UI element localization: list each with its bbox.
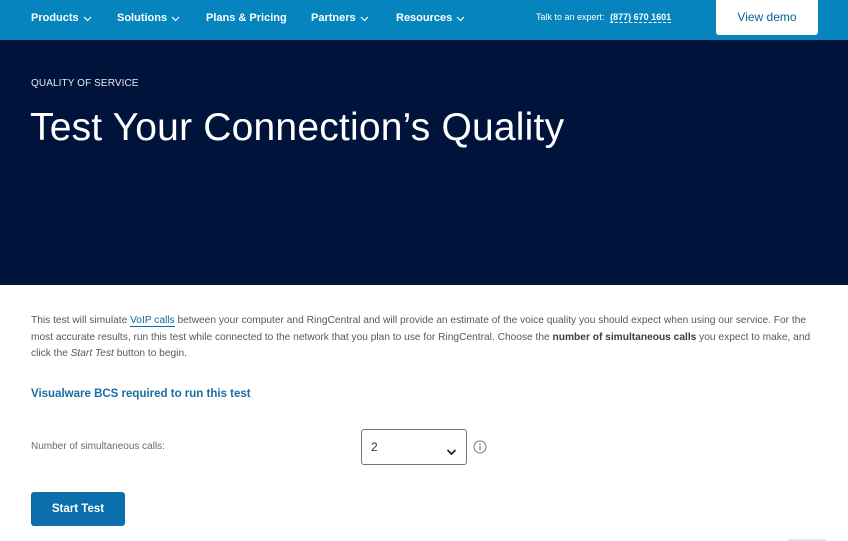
intro-section: This test will simulate VoIP calls betwe… <box>31 313 821 363</box>
eyebrow-label: QUALITY OF SERVICE <box>31 78 139 89</box>
nav-solutions-label: Solutions <box>117 12 168 24</box>
nav-resources[interactable]: Resources <box>396 0 465 36</box>
info-icon[interactable] <box>473 440 487 454</box>
intro-text: button to begin. <box>113 348 187 359</box>
intro-text: This test will simulate <box>31 315 131 326</box>
hero-banner: QUALITY OF SERVICE Test Your Connection’… <box>0 40 848 285</box>
top-navigation: Products Solutions Plans & Pricing Partn… <box>0 0 848 40</box>
start-test-button[interactable]: Start Test <box>31 492 125 526</box>
talk-to-expert: Talk to an expert: (877) 670 1601 <box>536 0 672 34</box>
nav-partners[interactable]: Partners <box>311 0 369 36</box>
chevron-down-icon <box>171 14 180 23</box>
nav-solutions[interactable]: Solutions <box>117 0 180 36</box>
expert-phone-link[interactable]: (877) 670 1601 <box>610 12 672 23</box>
requirement-notice: Visualware BCS required to run this test <box>31 388 251 400</box>
intro-italic-text: Start Test <box>70 348 114 359</box>
intro-bold-text: number of simultaneous calls <box>552 331 697 343</box>
simultaneous-calls-label: Number of simultaneous calls: <box>31 441 165 452</box>
select-value: 2 <box>371 440 378 454</box>
chevron-down-icon <box>456 14 465 23</box>
voip-calls-link[interactable]: VoIP calls <box>130 315 175 327</box>
nav-plans-pricing-label: Plans & Pricing <box>206 12 287 24</box>
page-title: Test Your Connection’s Quality <box>30 106 565 149</box>
expert-label: Talk to an expert: <box>536 12 605 22</box>
nav-products[interactable]: Products <box>31 0 92 36</box>
nav-plans-pricing[interactable]: Plans & Pricing <box>206 0 287 36</box>
intro-paragraph: This test will simulate VoIP calls betwe… <box>31 313 821 363</box>
nav-resources-label: Resources <box>396 12 453 24</box>
chevron-down-icon <box>446 443 457 461</box>
nav-partners-label: Partners <box>311 12 356 24</box>
chevron-down-icon <box>360 14 369 23</box>
nav-products-label: Products <box>31 12 79 24</box>
simultaneous-calls-select[interactable]: 2 <box>361 429 467 465</box>
chevron-down-icon <box>83 14 92 23</box>
view-demo-button[interactable]: View demo <box>716 0 818 35</box>
